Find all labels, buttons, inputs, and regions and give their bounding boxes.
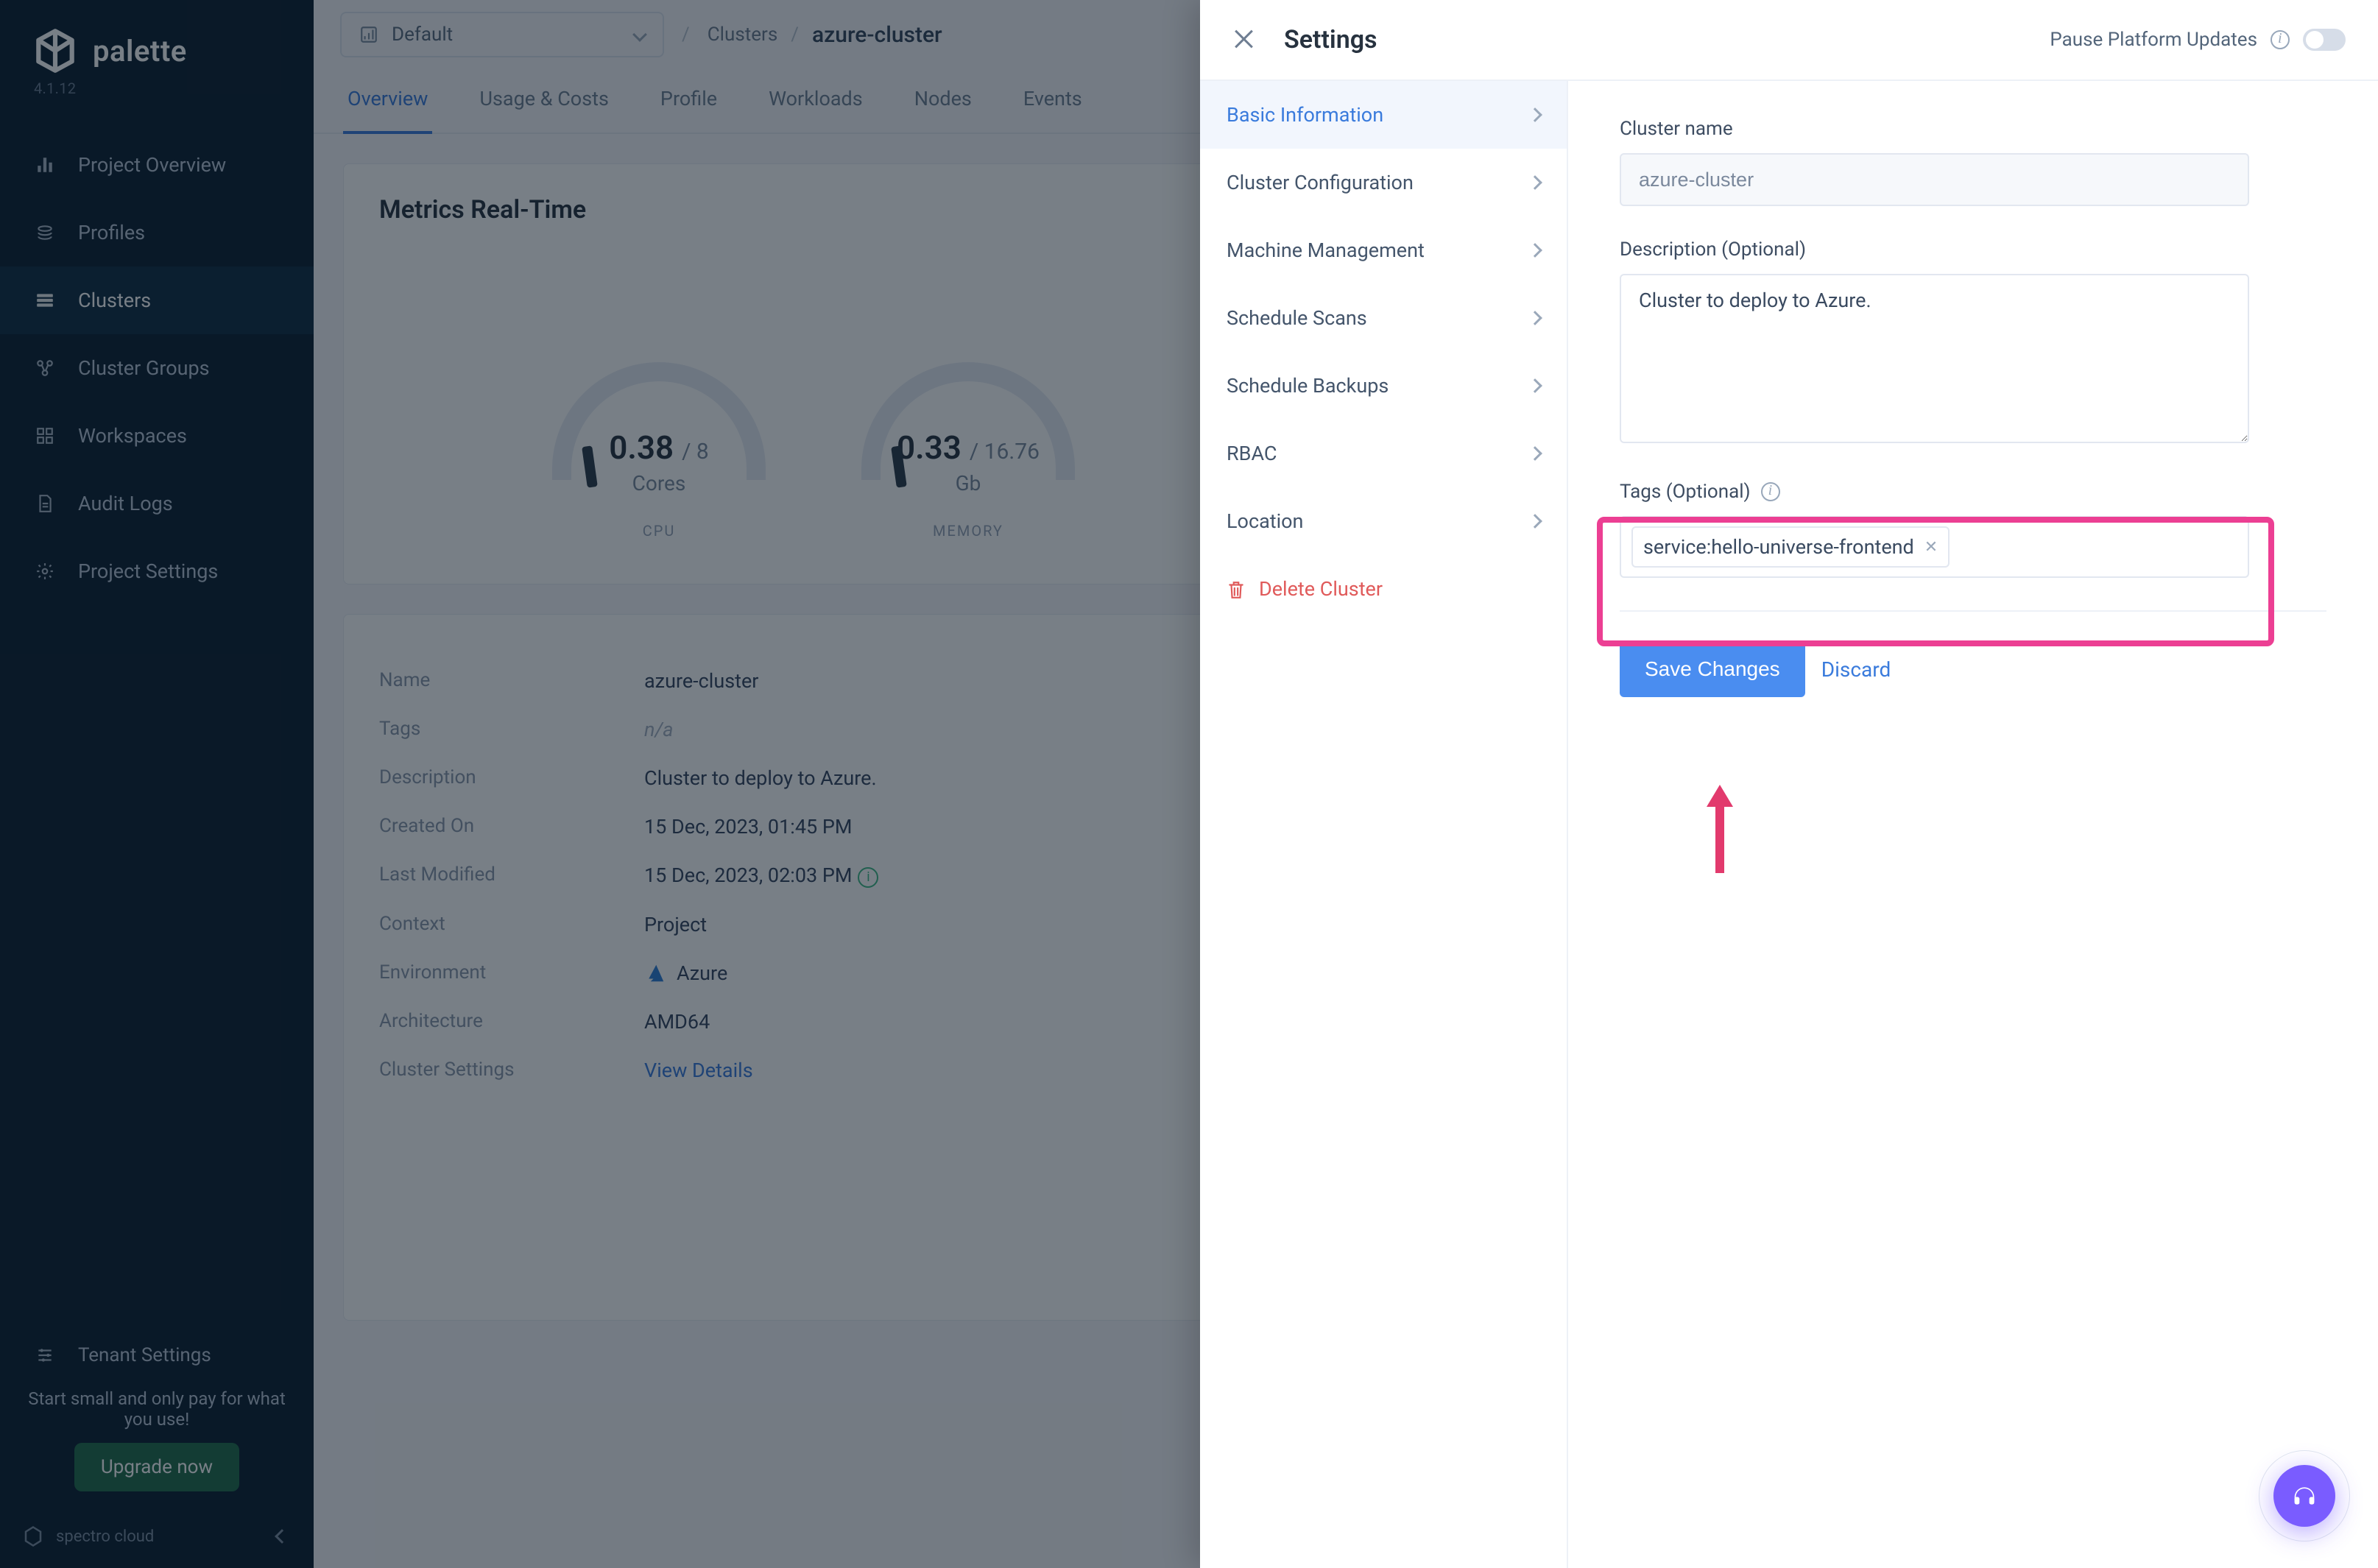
- chevron-right-icon: [1528, 243, 1542, 258]
- settings-nav-schedule-scans[interactable]: Schedule Scans: [1200, 284, 1567, 352]
- pause-updates-toggle[interactable]: [2303, 29, 2346, 51]
- description-textarea[interactable]: [1620, 274, 2249, 443]
- trash-icon: [1227, 579, 1246, 599]
- settings-nav-basic-information[interactable]: Basic Information: [1200, 81, 1567, 149]
- divider: [1620, 610, 2326, 612]
- tags-input[interactable]: service:hello-universe-frontend ✕: [1620, 516, 2249, 578]
- chevron-right-icon: [1528, 378, 1542, 393]
- tag-chip: service:hello-universe-frontend ✕: [1631, 526, 1950, 568]
- description-label: Description (Optional): [1620, 239, 2326, 261]
- close-icon[interactable]: [1232, 29, 1255, 51]
- pause-updates-label: Pause Platform Updates: [2050, 29, 2257, 51]
- settings-nav-label: Schedule Scans: [1227, 306, 1367, 330]
- settings-nav-label: Cluster Configuration: [1227, 171, 1414, 194]
- settings-nav-machine-management[interactable]: Machine Management: [1200, 216, 1567, 284]
- settings-nav-label: Machine Management: [1227, 239, 1425, 262]
- settings-nav-label: Schedule Backups: [1227, 374, 1389, 398]
- settings-nav-label: RBAC: [1227, 442, 1277, 465]
- settings-nav-schedule-backups[interactable]: Schedule Backups: [1200, 352, 1567, 420]
- chevron-right-icon: [1528, 446, 1542, 461]
- field-description: Description (Optional): [1620, 239, 2326, 448]
- chevron-right-icon: [1528, 514, 1542, 529]
- settings-nav-cluster-configuration[interactable]: Cluster Configuration: [1200, 149, 1567, 216]
- settings-nav-label: Location: [1227, 509, 1303, 533]
- headset-icon: [2290, 1481, 2319, 1511]
- info-icon[interactable]: [1761, 482, 1780, 501]
- settings-nav-label: Basic Information: [1227, 103, 1383, 127]
- settings-drawer: Settings Pause Platform Updates Basic In…: [1200, 0, 2378, 1568]
- info-icon[interactable]: [2271, 30, 2290, 49]
- discard-button[interactable]: Discard: [1821, 657, 1891, 682]
- cluster-name-label: Cluster name: [1620, 118, 2326, 140]
- chevron-right-icon: [1528, 175, 1542, 190]
- tags-label: Tags (Optional): [1620, 481, 2326, 503]
- settings-nav-delete-cluster[interactable]: Delete Cluster: [1200, 555, 1567, 623]
- settings-nav: Basic Information Cluster Configuration …: [1200, 81, 1568, 1568]
- save-changes-button[interactable]: Save Changes: [1620, 641, 1805, 697]
- drawer-title: Settings: [1284, 25, 1377, 54]
- tag-chip-label: service:hello-universe-frontend: [1643, 535, 1914, 559]
- settings-nav-rbac[interactable]: RBAC: [1200, 420, 1567, 487]
- settings-form: Cluster name Description (Optional) Tags…: [1568, 81, 2378, 1568]
- chevron-right-icon: [1528, 107, 1542, 122]
- drawer-header: Settings Pause Platform Updates: [1200, 0, 2378, 80]
- tag-remove-icon[interactable]: ✕: [1924, 538, 1938, 557]
- help-fab[interactable]: [2273, 1465, 2335, 1527]
- form-actions: Save Changes Discard: [1620, 641, 2326, 697]
- settings-nav-label: Delete Cluster: [1259, 577, 1383, 601]
- field-tags: Tags (Optional) service:hello-universe-f…: [1620, 481, 2326, 578]
- chevron-right-icon: [1528, 311, 1542, 325]
- cluster-name-input[interactable]: [1620, 153, 2249, 206]
- field-cluster-name: Cluster name: [1620, 118, 2326, 206]
- settings-nav-location[interactable]: Location: [1200, 487, 1567, 555]
